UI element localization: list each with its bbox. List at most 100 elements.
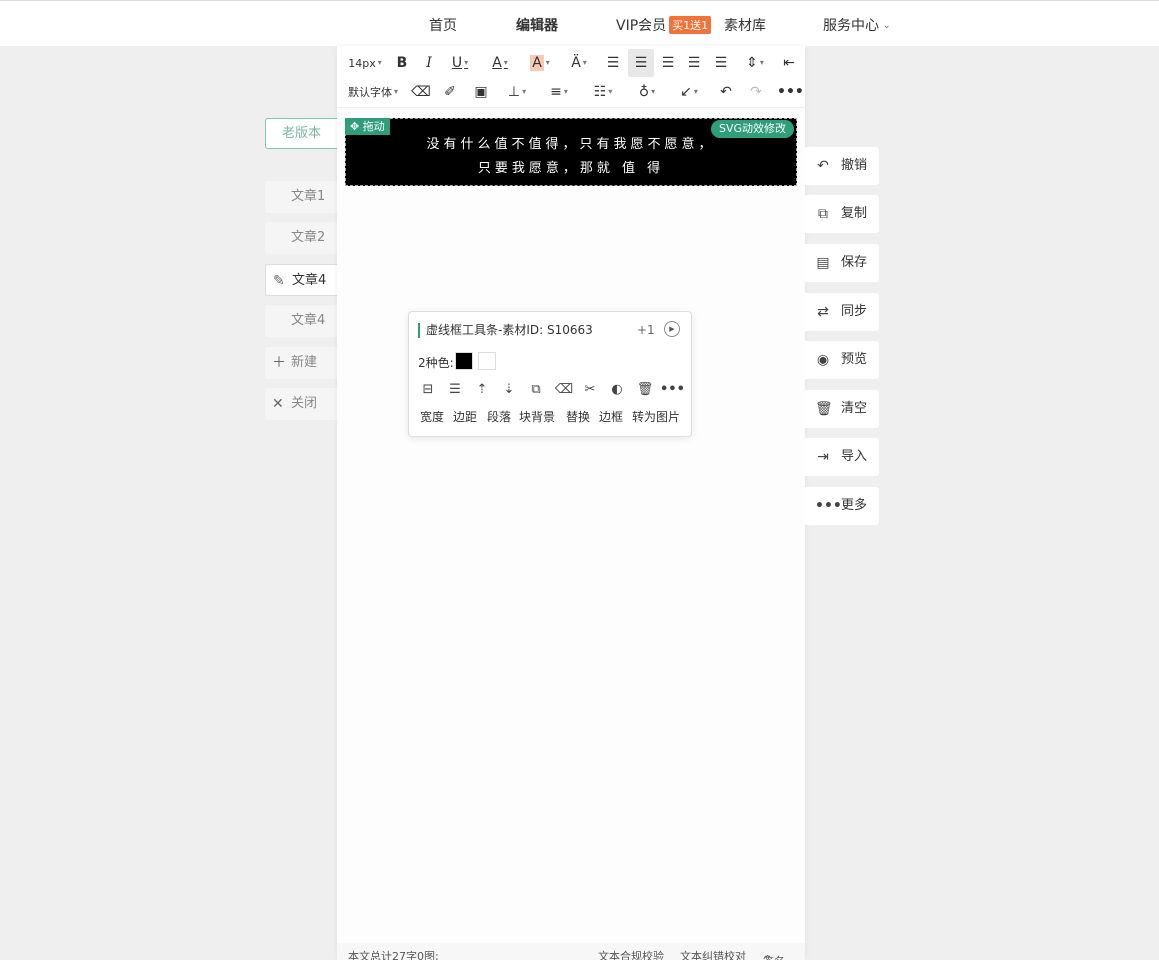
more-button[interactable]: ••• 更多 xyxy=(805,487,879,525)
preview-button[interactable]: ◉ 预览 xyxy=(805,341,879,379)
doc-tab-label: 文章4 xyxy=(291,313,326,328)
undo-label: 撤销 xyxy=(841,158,868,173)
action-block-bg[interactable]: 块背景 xyxy=(519,408,555,425)
preview-label: 预览 xyxy=(841,352,868,367)
scissors-icon[interactable]: ✂ xyxy=(579,381,601,399)
action-border[interactable]: 边框 xyxy=(599,408,623,425)
edit-icon: ✎ xyxy=(273,273,285,289)
editor-toolbar: 14px ▾ B I U ▾ A ▾ A ▾ Ä ▾ ☰ ☰ ☰ ☰ ☰ ⇕ ▾ ⇤ 默认字… xyxy=(337,46,805,108)
doc-tab-2[interactable]: 文章2 xyxy=(265,222,337,254)
svg-banner-block[interactable]: ✥ 拖动 SVG动效修改 没有什么值不值得，只有我愿不愿意， 只要我愿意，那就 … xyxy=(345,118,797,186)
doc-tab-1[interactable]: 文章1 xyxy=(265,181,337,213)
nav-editor[interactable]: 编辑器 xyxy=(516,15,558,35)
color-swatch-white[interactable] xyxy=(478,352,496,370)
action-replace[interactable]: 替换 xyxy=(566,408,590,425)
highlight-color-icon[interactable]: A ▾ xyxy=(525,49,555,77)
nav-service[interactable]: 服务中心 ⌄ xyxy=(823,15,891,35)
new-doc-button[interactable]: ＋ 新建 xyxy=(265,347,337,379)
action-paragraph[interactable]: 段落 xyxy=(487,408,511,425)
editor-canvas[interactable]: 14px ▾ B I U ▾ A ▾ A ▾ Ä ▾ ☰ ☰ ☰ ☰ ☰ ⇕ ▾ ⇤ 默认字… xyxy=(337,46,805,960)
sync-label: 同步 xyxy=(841,304,868,319)
bold-icon[interactable]: B xyxy=(392,49,412,77)
action-margin[interactable]: 边距 xyxy=(453,408,477,425)
lightbulb-icon[interactable]: ♁ ▾ xyxy=(630,78,664,106)
action-width[interactable]: 宽度 xyxy=(420,408,444,425)
doc-tab-4-active[interactable]: ✎ 文章4 xyxy=(265,264,337,296)
font-family-select[interactable]: 默认字体 ▾ xyxy=(344,78,402,106)
doc-tab-label: 文章4 xyxy=(292,273,327,288)
chevron-down-icon: ⌄ xyxy=(883,21,891,31)
drag-label: 拖动 xyxy=(362,120,385,133)
indent-icon[interactable]: ☰ xyxy=(711,49,731,77)
nav-vip[interactable]: VIP会员 买1送1 xyxy=(616,15,712,35)
arrow-icon[interactable]: ↙ ▾ xyxy=(673,78,705,106)
margin-icon[interactable]: ☰ xyxy=(444,381,466,399)
chevron-down-icon: ▾ xyxy=(393,87,398,96)
sync-button[interactable]: ⇄ 同步 xyxy=(805,293,879,331)
popup-title: 虚线框工具条-素材ID: S10663 xyxy=(418,323,593,338)
undo-button[interactable]: ↶ 撤销 xyxy=(805,147,879,185)
align-center-icon[interactable]: ☰ xyxy=(628,49,654,77)
copy-label: 复制 xyxy=(841,206,868,221)
more-icon[interactable]: ••• xyxy=(777,78,804,106)
trash-icon: 🗑 xyxy=(815,401,833,417)
font-size-value: 14px xyxy=(348,57,376,70)
eraser-icon[interactable]: ⌫ xyxy=(410,78,432,106)
redo-icon[interactable]: ↷ xyxy=(745,78,767,106)
contrast-icon[interactable]: ◐ xyxy=(606,381,628,399)
import-icon: ⇥ xyxy=(817,449,829,465)
copy-button[interactable]: ⧉ 复制 xyxy=(805,195,879,233)
doc-tab-label: 文章1 xyxy=(291,189,326,204)
move-icon: ✥ xyxy=(350,120,360,133)
proofread-link[interactable]: 文本纠错校对 xyxy=(680,948,746,960)
plus-one-button[interactable]: +1 xyxy=(637,323,655,337)
top-nav: 首页 编辑器 VIP会员 买1送1 素材库 服务中心 ⌄ xyxy=(0,0,1159,46)
divider-icon[interactable]: ⊥ ▾ xyxy=(501,78,533,106)
copy-icon[interactable]: ⧉ xyxy=(525,381,547,399)
exit-icon[interactable]: ⇤ xyxy=(778,49,800,77)
italic-icon[interactable]: I xyxy=(419,49,439,77)
align-left-icon[interactable]: ☰ xyxy=(603,49,623,77)
spacing-icon[interactable]: ≡ ▾ xyxy=(543,78,575,106)
compliance-check-link[interactable]: 文本合规校验 xyxy=(598,948,664,960)
align-justify-icon[interactable]: ☰ xyxy=(684,49,704,77)
image-icon[interactable]: ▣ xyxy=(470,78,492,106)
vip-promo-badge: 买1送1 xyxy=(669,16,712,34)
play-icon[interactable]: ▶ xyxy=(664,321,680,337)
underline-icon[interactable]: U ▾ xyxy=(445,49,475,77)
save-icon: ▤ xyxy=(816,255,830,271)
clear-label: 清空 xyxy=(841,401,868,416)
old-version-button[interactable]: 老版本 xyxy=(265,118,337,149)
eraser-icon[interactable]: ⌫ xyxy=(553,381,575,399)
sync-icon: ⇄ xyxy=(817,304,829,320)
text-effect-icon[interactable]: Ä ▾ xyxy=(563,49,595,77)
paragraph-down-icon[interactable]: ⇣ xyxy=(498,381,520,399)
eye-icon: ◉ xyxy=(816,352,830,368)
nav-home[interactable]: 首页 xyxy=(429,15,457,35)
font-family-value: 默认字体 xyxy=(347,86,392,99)
import-label: 导入 xyxy=(841,449,868,464)
block-toolbar-popup: 虚线框工具条-素材ID: S10663 +1 ▶ 2种色: ⊟ ☰ ⇡ ⇣ ⧉ … xyxy=(408,311,692,437)
import-button[interactable]: ⇥ 导入 xyxy=(805,438,879,476)
doc-tab-4b[interactable]: 文章4 xyxy=(265,305,337,337)
trash-icon[interactable]: 🗑 xyxy=(634,381,656,399)
paragraph-spacing-icon[interactable]: ☷ ▾ xyxy=(585,78,621,106)
format-brush-icon[interactable]: ✐ xyxy=(439,78,461,106)
width-icon[interactable]: ⊟ xyxy=(417,381,439,399)
color-swatch-black[interactable] xyxy=(455,352,473,370)
more-icon[interactable]: ••• xyxy=(660,381,685,399)
line-height-icon[interactable]: ⇕ ▾ xyxy=(738,49,772,77)
save-button[interactable]: ▤ 保存 xyxy=(805,244,879,282)
plus-icon: ＋ xyxy=(272,355,286,371)
banner-line-1: 没有什么值不值得，只有我愿不愿意， xyxy=(426,137,716,152)
undo-icon[interactable]: ↶ xyxy=(715,78,737,106)
action-to-image[interactable]: 转为图片 xyxy=(632,408,680,425)
nav-materials[interactable]: 素材库 xyxy=(724,15,766,35)
align-right-icon[interactable]: ☰ xyxy=(658,49,678,77)
clear-button[interactable]: 🗑 清空 xyxy=(805,390,879,428)
paragraph-up-icon[interactable]: ⇡ xyxy=(471,381,493,399)
close-doc-button[interactable]: ✕ 关闭 xyxy=(265,388,337,420)
font-color-icon[interactable]: A ▾ xyxy=(485,49,515,77)
font-size-select[interactable]: 14px ▾ xyxy=(344,49,386,77)
chevron-up-icon: ⌃ xyxy=(763,953,773,960)
